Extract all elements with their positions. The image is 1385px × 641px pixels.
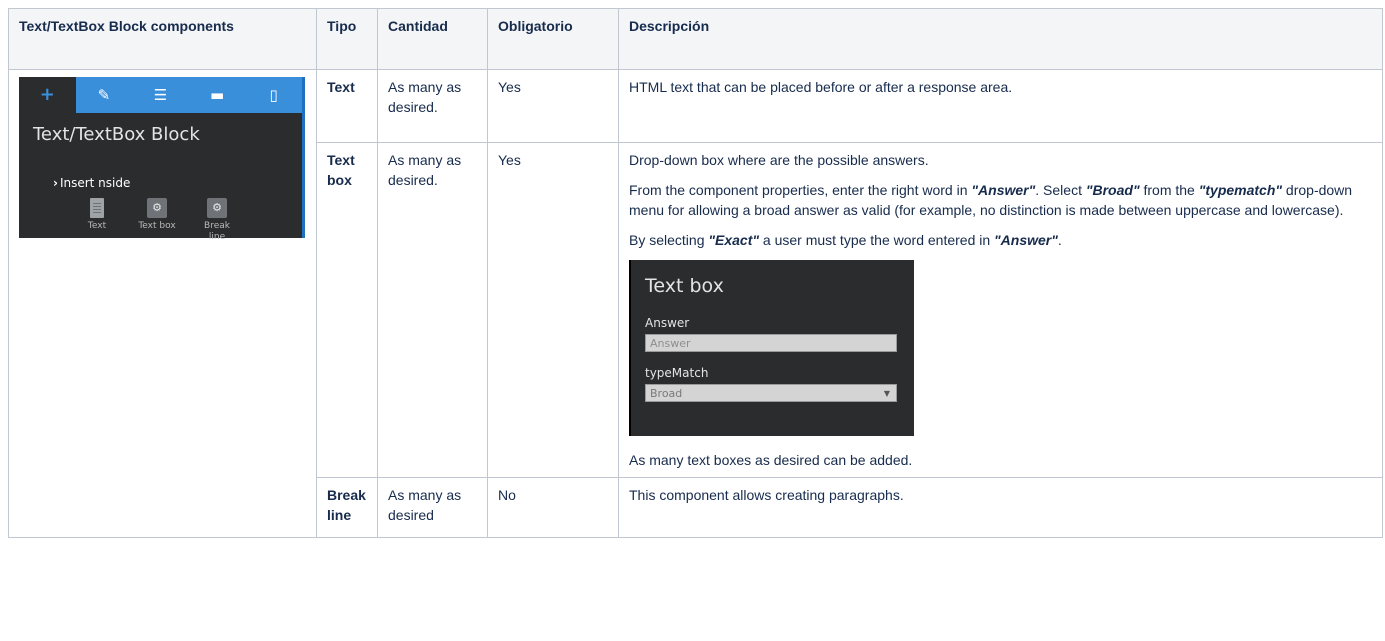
component-text: Text <box>75 198 119 243</box>
block-editor-panel-image: + ✎ ☰ ▬ ▯ Text/TextBox Block › Insert nsi… <box>19 77 305 242</box>
row-breakline-cantidad: As many as desired <box>377 477 488 538</box>
insert-inside-label: › Insert nside <box>53 173 130 193</box>
gears-icon: ⚙ <box>207 198 227 218</box>
component-list: Text ⚙ Text box ⚙ Break line <box>75 198 239 243</box>
mobile-icon: ▯ <box>245 77 302 113</box>
component-text-label: Text <box>87 221 107 231</box>
row-text-tipo: Text <box>316 69 378 143</box>
table-row: + ✎ ☰ ▬ ▯ Text/TextBox Block › Insert nsi… <box>8 69 1383 538</box>
typematch-label: typeMatch <box>645 366 709 380</box>
header-cantidad: Cantidad <box>377 8 488 70</box>
component-text-box: ⚙ Text box <box>135 198 179 243</box>
table-header-row: Text/TextBox Block components Tipo Canti… <box>8 8 1383 70</box>
document-icon <box>90 198 104 218</box>
typematch-value: Broad <box>650 387 683 400</box>
row-breakline-obligatorio: No <box>487 477 619 538</box>
header-tipo: Tipo <box>316 8 378 70</box>
header-components: Text/TextBox Block components <box>8 8 317 70</box>
answer-label: Answer <box>645 316 690 330</box>
row-text-obligatorio: Yes <box>487 69 619 143</box>
components-image-cell: + ✎ ☰ ▬ ▯ Text/TextBox Block › Insert nsi… <box>8 69 317 538</box>
row-textbox-obligatorio: Yes <box>487 142 619 478</box>
panel-tabs: + ✎ ☰ ▬ ▯ <box>19 77 302 113</box>
textbox-desc-paragraph-4: As many text boxes as desired can be add… <box>629 452 913 468</box>
textbox-desc-paragraph-2: From the component properties, enter the… <box>629 182 1353 218</box>
textbox-properties-image: Text box Answer Answer typeMatch Broad ▼ <box>629 260 914 436</box>
gears-icon: ⚙ <box>147 198 167 218</box>
plus-icon: + <box>19 77 76 113</box>
row-textbox-cantidad: As many as desired. <box>377 142 488 478</box>
row-breakline-descripcion: This component allows creating paragraph… <box>618 477 1383 538</box>
row-textbox-descripcion: Drop-down box where are the possible ans… <box>618 142 1383 478</box>
comment-icon: ▬ <box>188 77 246 113</box>
typematch-select: Broad ▼ <box>645 384 897 402</box>
component-break-line-label: Break line <box>204 221 230 242</box>
row-breakline-tipo: Break line <box>316 477 378 538</box>
row-text-cantidad: As many as desired. <box>377 69 488 143</box>
chevron-down-icon: ▼ <box>883 389 890 398</box>
insert-label-text: Insert nside <box>59 176 131 190</box>
textbox-desc-paragraph-1: Drop-down box where are the possible ans… <box>629 152 929 168</box>
header-obligatorio: Obligatorio <box>487 8 619 70</box>
component-text-box-label: Text box <box>138 221 176 231</box>
component-break-line: ⚙ Break line <box>195 198 239 243</box>
row-text-descripcion: HTML text that can be placed before or a… <box>618 69 1383 143</box>
answer-field: Answer <box>645 334 897 352</box>
list-icon: ☰ <box>132 77 189 113</box>
header-descripcion: Descripción <box>618 8 1383 70</box>
panel-title: Text/TextBox Block <box>33 124 200 145</box>
textbox-properties-title: Text box <box>645 275 724 297</box>
pencil-icon: ✎ <box>75 77 133 113</box>
components-table: Text/TextBox Block components Tipo Canti… <box>8 8 1383 538</box>
row-textbox-tipo: Text box <box>316 142 378 478</box>
textbox-desc-paragraph-3: By selecting "Exact" a user must type th… <box>629 232 1062 248</box>
chevron-right-icon: › <box>53 176 58 190</box>
